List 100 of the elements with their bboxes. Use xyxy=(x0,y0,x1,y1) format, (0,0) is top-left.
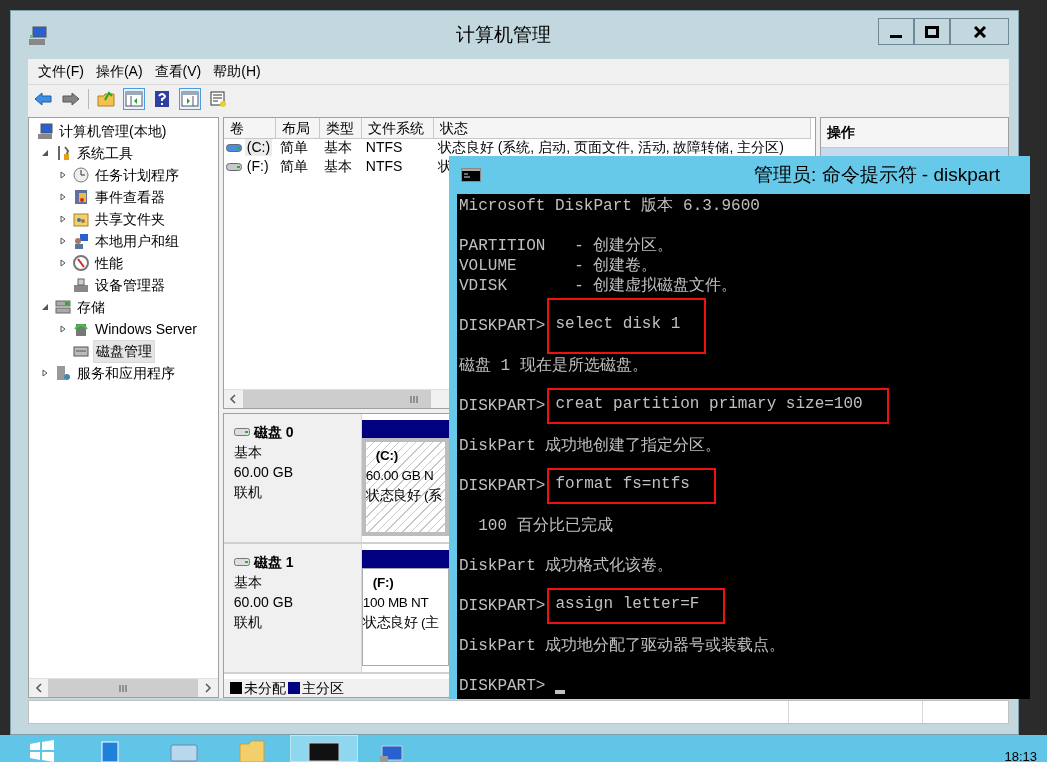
expand-icon[interactable] xyxy=(59,325,67,333)
menu-item[interactable]: 帮助(H) xyxy=(207,61,267,82)
tree-item[interactable]: 事件查看器 xyxy=(93,186,167,208)
collapse-icon[interactable] xyxy=(41,149,49,157)
column-header[interactable]: 文件系统 xyxy=(361,118,434,139)
console-output: PARTITION - 创建分区。 xyxy=(459,236,674,256)
expand-icon[interactable] xyxy=(59,259,67,267)
forward-arrow-icon xyxy=(62,90,80,108)
collapse-icon[interactable] xyxy=(41,303,49,311)
text-cursor xyxy=(555,690,566,694)
minimize-button[interactable] xyxy=(878,18,914,45)
scroll-left-icon[interactable] xyxy=(229,394,238,404)
clock-time: 18:13 xyxy=(1004,750,1037,762)
scroll-right-icon[interactable] xyxy=(204,683,213,693)
tree-icon xyxy=(73,343,89,359)
terminal-icon xyxy=(170,744,198,762)
console-prompt: DISKPART> xyxy=(459,676,546,696)
tree-item[interactable]: 服务和应用程序 xyxy=(75,362,177,384)
highlighted-command: select disk 1 xyxy=(547,298,707,354)
tree-icon xyxy=(73,277,89,293)
table-cell-text: NTFS xyxy=(364,139,404,156)
console-output: DiskPart 成功地分配了驱动器号或装载点。 xyxy=(459,636,786,656)
disk-size: 60.00 GB xyxy=(233,593,294,612)
partition-status: 状态良好 (主 xyxy=(362,615,439,630)
tree-item[interactable]: 性能 xyxy=(93,252,125,274)
tree-icon xyxy=(73,211,89,227)
menu-item[interactable]: 查看(V) xyxy=(148,61,208,82)
legend-label: 主分区 xyxy=(301,678,344,698)
folder-icon xyxy=(97,90,115,108)
tree-icon xyxy=(73,255,89,271)
disk-type: 基本 xyxy=(233,443,263,462)
expand-icon[interactable] xyxy=(41,369,49,377)
console-output: Microsoft DiskPart 版本 6.3.9600 xyxy=(459,196,760,216)
minimize-icon xyxy=(890,34,902,38)
table-cell[interactable]: (F:) xyxy=(244,158,271,175)
back-arrow-icon xyxy=(34,90,52,108)
tree-item[interactable]: Windows Server xyxy=(93,318,199,340)
expand-icon[interactable] xyxy=(59,193,67,201)
menu-item[interactable]: 操作(A) xyxy=(89,61,149,82)
disk-status: 联机 xyxy=(233,613,263,632)
tree-icon xyxy=(73,189,89,205)
tree-item[interactable]: 共享文件夹 xyxy=(93,208,167,230)
maximize-button[interactable] xyxy=(914,18,950,45)
partition-block[interactable]: (C:) 60.00 GB N 状态良好 (系 xyxy=(361,438,449,536)
legend-label: 未分配 xyxy=(243,678,286,698)
tree-item[interactable]: 磁盘管理 xyxy=(93,339,155,363)
tree-icon xyxy=(55,299,71,315)
expand-icon[interactable] xyxy=(59,215,67,223)
tree-item[interactable]: 系统工具 xyxy=(75,142,135,164)
tree-icon xyxy=(73,167,89,183)
table-cell-text: 基本 xyxy=(322,139,353,156)
highlighted-command: assign letter=F xyxy=(547,588,726,624)
console-prompt: DISKPART> xyxy=(459,596,546,616)
column-header[interactable]: 卷 xyxy=(223,118,276,139)
expand-icon[interactable] xyxy=(59,171,67,179)
tree-item[interactable]: 存储 xyxy=(75,296,107,318)
tree-icon xyxy=(55,145,71,161)
console-icon xyxy=(461,168,481,182)
disk-name: 磁盘 1 xyxy=(253,553,294,572)
disk-status: 联机 xyxy=(233,483,263,502)
disk-type: 基本 xyxy=(233,573,263,592)
column-header[interactable]: 类型 xyxy=(319,118,362,139)
tree-item[interactable]: 任务计划程序 xyxy=(93,164,181,186)
menu-item[interactable]: 文件(F) xyxy=(32,61,90,82)
table-cell[interactable]: (C:) xyxy=(244,139,273,156)
window-title: 管理员: 命令提示符 - diskpart xyxy=(753,162,1001,187)
tree-icon xyxy=(73,321,89,337)
close-button[interactable] xyxy=(950,18,1009,45)
table-cell-text: 状态良好 (系统, 启动, 页面文件, 活动, 故障转储, 主分区) xyxy=(436,139,785,156)
column-header[interactable]: 状态 xyxy=(433,118,811,139)
tree-item[interactable]: 设备管理器 xyxy=(93,274,167,296)
scrollbar-thumb[interactable] xyxy=(242,390,431,408)
scroll-left-icon[interactable] xyxy=(34,683,43,693)
tree-icon xyxy=(55,365,71,381)
partition-size: 60.00 GB N xyxy=(365,468,434,483)
partition-label: (F:) xyxy=(372,575,394,590)
console-output: VDISK - 创建虚拟磁盘文件。 xyxy=(459,276,738,296)
tree-icon xyxy=(73,233,89,249)
table-cell-text: 基本 xyxy=(322,158,353,175)
drive-icon xyxy=(225,161,242,172)
tree-item[interactable]: 本地用户和组 xyxy=(93,230,181,252)
console-prompt: DISKPART> xyxy=(459,316,546,336)
grip-icon xyxy=(118,683,128,693)
table-cell-text: NTFS xyxy=(364,158,404,175)
expand-icon[interactable] xyxy=(59,237,67,245)
column-header[interactable]: 布局 xyxy=(275,118,320,139)
scrollbar-thumb[interactable] xyxy=(48,679,198,697)
table-cell-text: 简单 xyxy=(278,139,309,156)
console-prompt: DISKPART> xyxy=(459,476,546,496)
partition-block[interactable]: (F:) 100 MB NT 状态良好 (主 xyxy=(361,568,449,666)
partition-label: (C:) xyxy=(375,448,398,463)
close-icon xyxy=(972,25,987,38)
disk-drive-icon xyxy=(233,557,250,567)
tree-item[interactable]: 计算机管理(本地) xyxy=(57,120,169,142)
console-output: VOLUME - 创建卷。 xyxy=(459,256,658,276)
console-output: DiskPart 成功地创建了指定分区。 xyxy=(459,436,722,456)
taskbar-button[interactable] xyxy=(290,735,358,762)
drive-icon xyxy=(225,142,242,153)
partition-size: 100 MB NT xyxy=(362,595,429,610)
actions-header: 操作 xyxy=(821,118,1008,148)
